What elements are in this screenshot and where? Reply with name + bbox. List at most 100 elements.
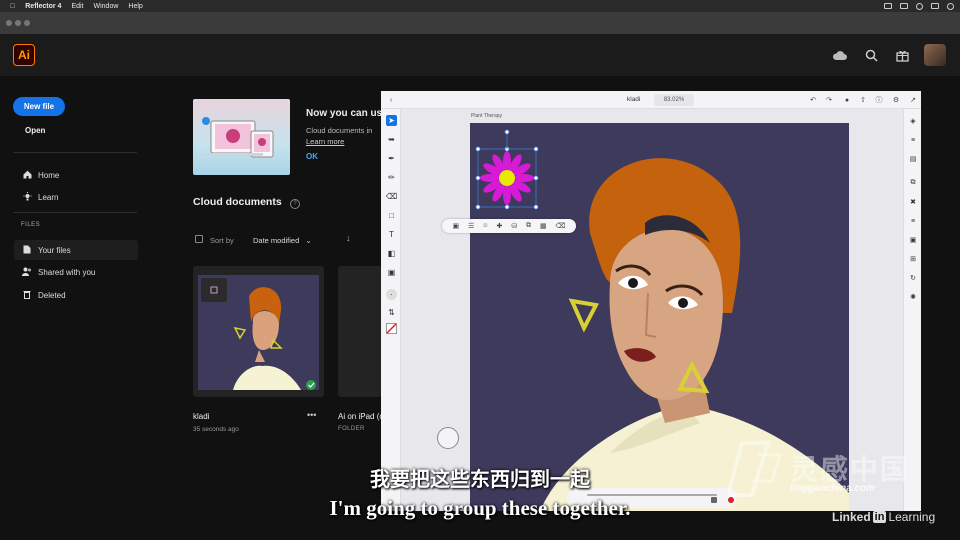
cloud-icon[interactable] [832, 47, 848, 63]
trash-icon [20, 290, 34, 301]
clock-icon[interactable] [947, 2, 954, 10]
swap-colors-icon[interactable]: ⇅ [386, 307, 397, 318]
shape-builder-icon[interactable]: ◧ [386, 248, 397, 259]
promo-illustration [193, 99, 290, 175]
repeat-icon[interactable]: ⊞ [908, 254, 918, 264]
menu-window[interactable]: Window [94, 3, 119, 10]
select-all-checkbox[interactable] [195, 235, 203, 243]
folder-name[interactable]: Ai on iPad (c [338, 412, 383, 421]
eraser-tool-icon[interactable]: ⌫ [386, 191, 397, 202]
group-icon[interactable]: ⧇ [483, 222, 487, 230]
linkedin-in-badge: in [872, 511, 887, 523]
new-file-button[interactable]: New file [13, 97, 65, 116]
menu-edit[interactable]: Edit [71, 3, 83, 10]
sidebar-divider [13, 212, 137, 213]
illustrator-logo: Ai [13, 44, 35, 66]
move-icon[interactable]: ✚ [497, 222, 503, 230]
sidebar-item-deleted[interactable]: Deleted [14, 285, 138, 305]
sidebar-item-label: Home [38, 170, 60, 180]
image-tool-icon[interactable]: ▣ [386, 267, 397, 278]
sidebar-item-home[interactable]: Home [14, 165, 138, 185]
transform-icon[interactable]: ▣ [908, 235, 918, 245]
pathfinder-icon[interactable]: ✖ [908, 197, 918, 207]
chevron-down-icon: ⌄ [305, 236, 312, 245]
display-icon[interactable] [884, 3, 892, 9]
mac-menubar:  Reflector 4 Edit Window Help [0, 0, 960, 12]
menubar-app-name[interactable]: Reflector 4 [25, 3, 61, 10]
more-options-button[interactable]: ••• [307, 410, 316, 420]
linkedin-linked-text: Linked [832, 510, 871, 524]
selection-tool-icon[interactable]: ➤ [386, 115, 397, 126]
arrange-icon[interactable]: ▦ [540, 222, 547, 230]
list-icon[interactable] [931, 3, 939, 9]
properties-icon[interactable]: ≡ [908, 135, 918, 145]
folder-card[interactable] [338, 266, 382, 397]
artboard-label: Plant Therapy [471, 113, 503, 119]
battery-icon[interactable] [900, 3, 908, 9]
sort-direction-arrow-icon[interactable]: ↓ [346, 233, 351, 243]
close-window-button[interactable] [6, 20, 12, 26]
sidebar-item-shared[interactable]: Shared with you [14, 262, 138, 282]
sort-dropdown[interactable]: Date modified ⌄ [253, 236, 312, 245]
document-card[interactable] [193, 266, 324, 397]
appearance-icon[interactable]: ▤ [908, 154, 918, 164]
selected-flower-object[interactable] [475, 129, 539, 210]
settings-gear-icon[interactable]: ⚙ [891, 95, 901, 105]
stroke-color-icon[interactable] [386, 323, 397, 334]
open-button[interactable]: Open [25, 126, 45, 135]
folder-type: FOLDER [338, 426, 365, 432]
align-icon[interactable]: ☰ [468, 222, 474, 230]
pen-tool-icon[interactable]: ✒ [386, 153, 397, 164]
redo-icon[interactable]: ↷ [824, 95, 834, 105]
duplicate-icon[interactable]: ⧉ [526, 222, 531, 230]
select-icon[interactable]: ▣ [452, 222, 459, 230]
learn-more-link[interactable]: Learn more [306, 137, 344, 146]
ipad-top-toolbar: ‹ kladi 83.02% ↶ ↷ ● ⇧ ⓘ ⚙ ↗ [381, 91, 921, 109]
zoom-window-button[interactable] [24, 20, 30, 26]
linkedin-learning-text: Learning [888, 510, 936, 524]
subtitle-english: I'm going to group these together. [329, 496, 631, 520]
user-icon[interactable]: ● [842, 95, 852, 105]
document-name[interactable]: kladi [193, 412, 209, 421]
help-icon[interactable]: ? [290, 199, 300, 209]
lock-icon[interactable]: ⛁ [511, 222, 517, 230]
document-modified-time: 35 seconds ago [193, 426, 239, 433]
type-tool-icon[interactable]: T [386, 229, 397, 240]
sidebar-item-learn[interactable]: Learn [14, 187, 138, 207]
promo-ok-button[interactable]: OK [306, 152, 318, 161]
arrange-icon[interactable]: ⧉ [908, 178, 918, 188]
share-icon[interactable]: ⇧ [858, 95, 868, 105]
delete-icon[interactable]: ⌫ [556, 222, 566, 230]
apple-icon[interactable]:  [10, 3, 15, 10]
direct-selection-tool-icon[interactable]: ➥ [386, 134, 397, 145]
align-icon[interactable]: ≡ [908, 216, 918, 226]
minimize-window-button[interactable] [15, 20, 21, 26]
search-menubar-icon[interactable] [916, 2, 923, 10]
people-icon [20, 267, 34, 278]
sidebar-item-your-files[interactable]: Your files [14, 240, 138, 260]
zoom-level[interactable]: 83.02% [654, 94, 694, 106]
expand-icon[interactable]: ↗ [908, 95, 918, 105]
info-icon[interactable]: ⓘ [874, 95, 884, 105]
pencil-tool-icon[interactable]: ✏ [386, 172, 397, 183]
sort-value: Date modified [253, 236, 300, 245]
sidebar-item-label: Deleted [38, 290, 66, 300]
symbols-icon[interactable]: ✺ [908, 292, 918, 302]
sidebar-item-label: Learn [38, 192, 59, 202]
files-section-header: FILES [21, 222, 41, 228]
rectangle-tool-icon[interactable]: □ [386, 210, 397, 221]
back-icon[interactable]: ‹ [386, 95, 396, 105]
avatar[interactable] [924, 44, 946, 66]
undo-icon[interactable]: ↶ [808, 95, 818, 105]
window-titlebar [0, 12, 960, 34]
search-icon[interactable] [863, 47, 879, 63]
layers-icon[interactable]: ◈ [908, 116, 918, 126]
subtitle-chinese: 我要把这些东西归到一起 [370, 467, 590, 491]
lightbulb-icon [20, 191, 34, 203]
more-tools-icon[interactable]: · [386, 289, 397, 300]
ipad-document-name: kladi [627, 96, 641, 103]
rotate-icon[interactable]: ↻ [908, 273, 918, 283]
gift-icon[interactable] [894, 47, 910, 63]
menu-help[interactable]: Help [128, 3, 142, 10]
sort-by-label: Sort by [210, 236, 234, 245]
